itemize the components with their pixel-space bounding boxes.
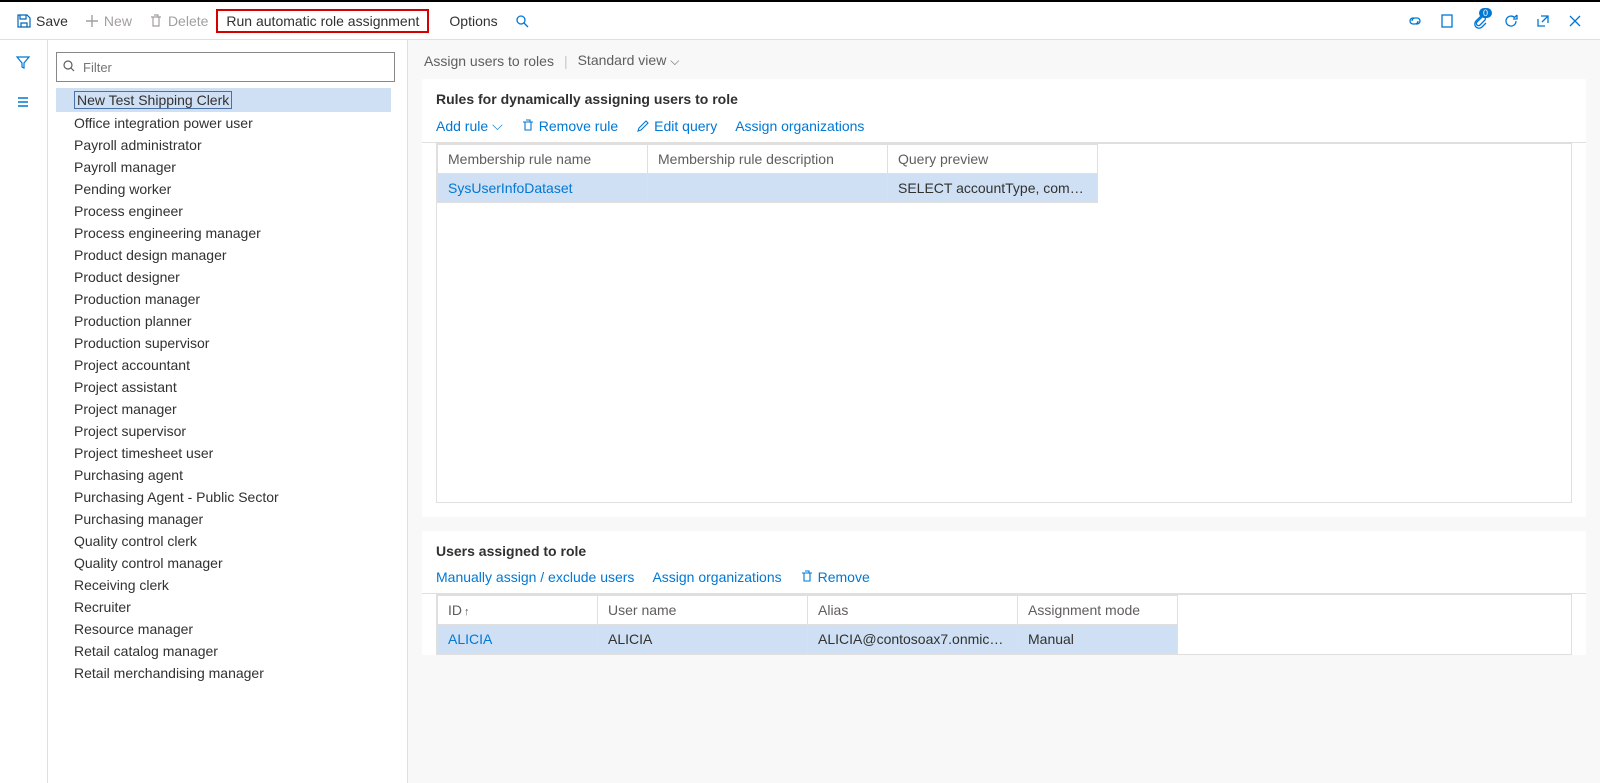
role-item[interactable]: New Test Shipping Clerk xyxy=(56,88,391,112)
toolbar-right: 0 xyxy=(1406,12,1592,30)
role-item[interactable]: Purchasing agent xyxy=(56,464,391,486)
role-item[interactable]: Payroll manager xyxy=(56,156,391,178)
save-button[interactable]: Save xyxy=(8,9,76,33)
search-button[interactable] xyxy=(506,9,538,33)
role-item[interactable]: Purchasing Agent - Public Sector xyxy=(56,486,391,508)
manual-assign-button[interactable]: Manually assign / exclude users xyxy=(436,569,634,585)
list-icon[interactable] xyxy=(15,94,33,112)
popout-icon[interactable] xyxy=(1534,12,1552,30)
col-mode[interactable]: Assignment mode xyxy=(1018,596,1178,625)
remove-rule-button[interactable]: Remove rule xyxy=(521,118,618,134)
office-icon[interactable] xyxy=(1438,12,1456,30)
rules-table[interactable]: Membership rule name Membership rule des… xyxy=(437,144,1571,203)
users-table[interactable]: ID↑ User name Alias Assignment mode ALIC… xyxy=(437,595,1571,654)
role-item[interactable]: Purchasing manager xyxy=(56,508,391,530)
chevron-down-icon: ⌵ xyxy=(492,117,503,134)
options-button[interactable]: Options xyxy=(441,9,505,33)
delete-button[interactable]: Delete xyxy=(140,9,216,33)
link-icon[interactable] xyxy=(1406,12,1424,30)
new-label: New xyxy=(104,13,132,29)
funnel-icon[interactable] xyxy=(15,54,33,72)
role-item[interactable]: Pending worker xyxy=(56,178,391,200)
add-rule-button[interactable]: Add rule ⌵ xyxy=(436,117,503,134)
role-item[interactable]: Project assistant xyxy=(56,376,391,398)
col-rule-name[interactable]: Membership rule name xyxy=(438,145,648,174)
role-item[interactable]: Project accountant xyxy=(56,354,391,376)
pencil-icon xyxy=(636,119,650,133)
assign-org-users-button[interactable]: Assign organizations xyxy=(652,569,781,585)
table-row[interactable]: ALICIAALICIAALICIA@contosoax7.onmicro…Ma… xyxy=(438,625,1571,654)
role-item[interactable]: Quality control manager xyxy=(56,552,391,574)
run-auto-role-button[interactable]: Run automatic role assignment xyxy=(216,9,429,33)
sort-asc-icon: ↑ xyxy=(464,606,470,618)
trash-icon xyxy=(521,119,535,133)
role-list[interactable]: New Test Shipping ClerkOffice integratio… xyxy=(56,88,395,783)
role-item[interactable]: Receiving clerk xyxy=(56,574,391,596)
role-item[interactable]: Production supervisor xyxy=(56,332,391,354)
attach-icon[interactable]: 0 xyxy=(1470,12,1488,30)
rules-title: Rules for dynamically assigning users to… xyxy=(422,79,1586,117)
table-row[interactable]: SysUserInfoDatasetSELECT accountType, co… xyxy=(438,174,1571,203)
plus-icon xyxy=(84,13,100,29)
col-user[interactable]: User name xyxy=(598,596,808,625)
users-title: Users assigned to role xyxy=(422,531,1586,569)
role-item[interactable]: Production planner xyxy=(56,310,391,332)
role-item[interactable]: Project manager xyxy=(56,398,391,420)
search-icon xyxy=(514,13,530,29)
col-alias[interactable]: Alias xyxy=(808,596,1018,625)
filter-input[interactable] xyxy=(56,52,395,82)
toolbar: Save New Delete Run automatic role assig… xyxy=(0,0,1600,40)
rules-panel: Rules for dynamically assigning users to… xyxy=(422,79,1586,517)
edit-query-button[interactable]: Edit query xyxy=(636,118,717,134)
users-panel: Users assigned to role Manually assign /… xyxy=(422,531,1586,655)
chevron-down-icon: ⌵ xyxy=(670,54,679,68)
col-rule-desc[interactable]: Membership rule description xyxy=(648,145,888,174)
breadcrumb: Assign users to roles | Standard view ⌵ xyxy=(408,40,1600,79)
role-item[interactable]: Project supervisor xyxy=(56,420,391,442)
role-item[interactable]: Office integration power user xyxy=(56,112,391,134)
save-icon xyxy=(16,13,32,29)
assign-org-button[interactable]: Assign organizations xyxy=(735,118,864,134)
refresh-icon[interactable] xyxy=(1502,12,1520,30)
sidebar: New Test Shipping ClerkOffice integratio… xyxy=(48,40,408,783)
delete-label: Delete xyxy=(168,13,208,29)
role-item[interactable]: Process engineer xyxy=(56,200,391,222)
role-item[interactable]: Payroll administrator xyxy=(56,134,391,156)
save-label: Save xyxy=(36,13,68,29)
col-id[interactable]: ID↑ xyxy=(438,596,598,625)
role-item[interactable]: Product designer xyxy=(56,266,391,288)
trash-icon xyxy=(148,13,164,29)
role-item[interactable]: Retail merchandising manager xyxy=(56,662,391,684)
role-item[interactable]: Retail catalog manager xyxy=(56,640,391,662)
left-strip xyxy=(0,40,48,783)
col-query[interactable]: Query preview xyxy=(888,145,1098,174)
role-item[interactable]: Production manager xyxy=(56,288,391,310)
content-area: Assign users to roles | Standard view ⌵ … xyxy=(408,40,1600,783)
role-item[interactable]: Project timesheet user xyxy=(56,442,391,464)
close-icon[interactable] xyxy=(1566,12,1584,30)
role-item[interactable]: Quality control clerk xyxy=(56,530,391,552)
remove-user-button[interactable]: Remove xyxy=(800,569,870,585)
role-item[interactable]: Process engineering manager xyxy=(56,222,391,244)
filter-search-icon xyxy=(62,59,76,73)
trash-icon xyxy=(800,570,814,584)
view-name[interactable]: Standard view ⌵ xyxy=(578,52,680,69)
new-button[interactable]: New xyxy=(76,9,140,33)
page-title: Assign users to roles xyxy=(424,53,554,69)
role-item[interactable]: Resource manager xyxy=(56,618,391,640)
attach-badge: 0 xyxy=(1479,8,1492,18)
role-item[interactable]: Product design manager xyxy=(56,244,391,266)
role-item[interactable]: Recruiter xyxy=(56,596,391,618)
